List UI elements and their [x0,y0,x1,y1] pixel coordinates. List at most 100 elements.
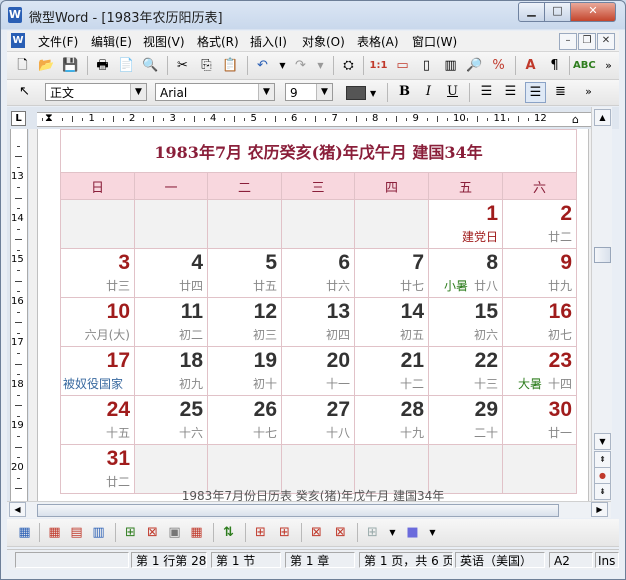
calendar-day-cell[interactable]: 29 二十 [428,395,503,445]
align-left-icon[interactable]: ☰ [477,82,496,101]
scroll-thumb[interactable] [594,247,611,263]
calendar-empty-cell[interactable] [207,199,282,249]
select-pointer-icon[interactable]: ↖ [15,82,34,101]
document-area[interactable]: 1983年7月 农历癸亥(猪)年戊午月 建国34年 日 一 二 三 四 五 六 … [29,129,591,501]
calendar-day-cell[interactable]: 13 初四 [281,297,355,347]
calendar-day-cell[interactable]: 5 廿五 [207,248,282,298]
delete-cells-icon[interactable]: ⊠ [143,523,162,542]
calendar-empty-cell[interactable] [134,199,208,249]
calendar-day-cell[interactable]: 22 十三 [428,346,503,396]
chevron-down-icon[interactable]: ▼ [258,84,274,100]
zoom-percent-icon[interactable]: % [489,56,508,75]
calendar-day-cell[interactable]: 16 初七 [501,297,578,347]
calendar-day-cell[interactable]: 24 十五 [60,395,135,445]
scroll-thumb[interactable] [37,504,559,517]
font-color-button[interactable]: ▼ [343,83,379,102]
calendar-empty-cell[interactable] [60,199,135,249]
calendar-day-cell[interactable]: 15 初六 [428,297,503,347]
insert-table-icon[interactable]: ▦ [15,523,34,542]
calendar-empty-cell[interactable] [354,199,429,249]
delete-column-icon[interactable]: ⊠ [331,523,350,542]
weekday-header[interactable]: 一 [134,172,208,200]
calendar-day-cell[interactable]: 7 廿七 [354,248,429,298]
redo-dropdown-icon[interactable]: ▼ [311,56,330,75]
calendar-day-cell[interactable]: 27 十八 [281,395,355,445]
weekday-header[interactable]: 日 [60,172,135,200]
word-app-icon[interactable]: W [8,7,22,23]
weekday-header[interactable]: 二 [207,172,282,200]
toolbar-overflow-icon[interactable]: » [579,82,598,101]
calendar-caption[interactable]: 1983年7月份日历表 癸亥(猪)年戊午月 建国34年 [38,487,588,501]
paste-icon[interactable]: 📋 [221,56,240,75]
menu-window[interactable]: 窗口(W) [412,33,457,50]
delete-row-icon[interactable]: ⊠ [307,523,326,542]
calendar-day-cell[interactable]: 1 建党日 [428,199,503,249]
align-center-icon[interactable]: ☰ [501,82,520,101]
calendar-day-cell[interactable]: 11 初二 [134,297,208,347]
undo-icon[interactable]: ↶ [253,56,272,75]
browse-object-icon[interactable]: ● [594,467,611,484]
split-cells-icon[interactable]: ▦ [187,523,206,542]
open-folder-icon[interactable]: 📂 [37,56,56,75]
table-grid-icon[interactable]: ▦ [45,523,64,542]
undo-dropdown-icon[interactable]: ▼ [273,56,292,75]
calendar-day-cell[interactable]: 21 十二 [354,346,429,396]
scroll-up-icon[interactable]: ▲ [594,109,611,126]
horizontal-ruler[interactable]: 1 2 3 4 5 6 7 8 9 10 11 12 ⧗ ⌂ [37,111,597,127]
calendar-day-cell[interactable]: 6 廿六 [281,248,355,298]
weekday-header[interactable]: 三 [281,172,355,200]
weekday-header[interactable]: 五 [428,172,503,200]
calendar-day-cell[interactable]: 25 十六 [134,395,208,445]
save-icon[interactable]: 💾 [61,56,80,75]
paragraph-dialog-icon[interactable]: ¶ [545,56,564,75]
right-indent-marker-icon[interactable]: ⌂ [572,113,579,126]
find-binoculars-icon[interactable]: ⛭ [339,56,358,75]
print-preview-icon[interactable]: 🔍 [141,56,160,75]
tab-type-selector[interactable]: L [11,111,26,126]
cut-icon[interactable]: ✂ [173,56,192,75]
table-columns-icon[interactable]: ▥ [89,523,108,542]
page-width-icon[interactable]: ▭ [393,56,412,75]
calendar-day-cell[interactable]: 10 六月(大) [60,297,135,347]
table-borders-icon[interactable]: ⊞ [363,523,382,542]
menu-table[interactable]: 表格(A) [357,33,399,50]
vertical-ruler[interactable]: 13 14 15 16 17 18 19 20 [10,129,28,501]
calendar-day-cell[interactable]: 23 十四 大暑 [501,346,578,396]
chevron-down-icon[interactable]: ▼ [316,84,332,100]
close-button[interactable]: ✕ [570,2,616,22]
bold-button[interactable]: B [395,82,414,101]
previous-page-icon[interactable]: ⇞ [594,451,611,468]
weekday-header[interactable]: 四 [354,172,429,200]
calendar-day-cell[interactable]: 12 初三 [207,297,282,347]
calendar-day-cell[interactable]: 9 廿九 [501,248,578,298]
toolbar-overflow-icon[interactable]: » [599,56,618,75]
whole-page-icon[interactable]: ▯ [417,56,436,75]
new-document-icon[interactable]: 🗋 [13,56,32,75]
doc-restore-button[interactable]: ❐ [578,33,596,50]
scroll-down-icon[interactable]: ▼ [594,433,611,450]
font-select[interactable]: Arial ▼ [155,83,275,101]
document-icon[interactable]: W [11,33,25,48]
insert-column-icon[interactable]: ⊞ [275,523,294,542]
minimize-button[interactable]: ▁ [518,2,545,22]
spell-check-icon[interactable]: ABC [573,56,596,75]
two-pages-icon[interactable]: ▥ [441,56,460,75]
calendar-day-cell[interactable]: 20 十一 [281,346,355,396]
calendar-day-cell[interactable]: 14 初五 [354,297,429,347]
actual-size-icon[interactable]: 1:1 [369,56,388,75]
calendar-day-cell[interactable]: 28 十九 [354,395,429,445]
calendar-day-cell[interactable]: 19 初十 [207,346,282,396]
font-size-select[interactable]: 9 ▼ [285,83,333,101]
calendar-day-cell[interactable]: 8 廿八 小暑 [428,248,503,298]
sort-icon[interactable]: ⇅ [219,523,238,542]
horizontal-scrollbar[interactable]: ◀ ▶ [7,501,611,518]
pdf-icon[interactable]: 📄 [117,56,136,75]
menu-view[interactable]: 视图(V) [143,33,185,50]
merge-cells-icon[interactable]: ▣ [165,523,184,542]
redo-icon[interactable]: ↷ [291,56,310,75]
align-right-icon[interactable]: ☰ [525,82,546,103]
calendar-day-cell[interactable]: 3 廿三 [60,248,135,298]
calendar-empty-cell[interactable] [281,199,355,249]
print-icon[interactable]: 🖶 [93,56,112,75]
insert-row-icon[interactable]: ⊞ [251,523,270,542]
